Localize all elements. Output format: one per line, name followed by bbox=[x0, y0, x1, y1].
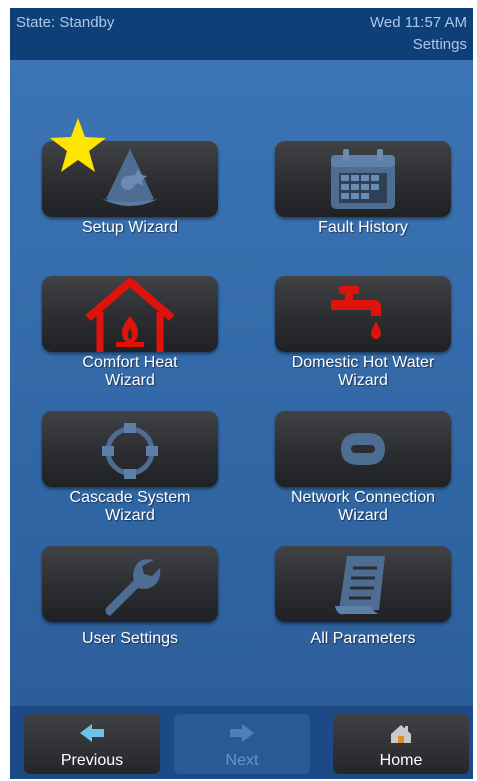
date-time: Wed 11:57 AM bbox=[369, 14, 467, 31]
next-button[interactable]: Next bbox=[174, 714, 310, 774]
cascade-system-wizard-label: Cascade System Wizard bbox=[69, 489, 191, 524]
settings-screen: State: Standby Wed 11:57 AM Settings Set… bbox=[10, 8, 473, 779]
setup-wizard-label: Setup Wizard bbox=[81, 219, 179, 236]
user-settings-button[interactable] bbox=[42, 546, 218, 622]
previous-label: Previous bbox=[60, 752, 124, 769]
parameter-list-icon bbox=[335, 556, 385, 615]
next-label: Next bbox=[225, 752, 259, 769]
arrow-right-icon bbox=[230, 724, 254, 742]
favorite-star-icon bbox=[50, 118, 106, 172]
network-connection-wizard-label: Network Connection Wizard bbox=[290, 489, 436, 524]
all-parameters-label: All Parameters bbox=[310, 630, 416, 647]
home-label: Home bbox=[379, 752, 423, 769]
fault-history-button[interactable] bbox=[275, 141, 451, 217]
cascade-system-wizard-button[interactable] bbox=[42, 411, 218, 487]
network-connection-wizard-button[interactable] bbox=[275, 411, 451, 487]
network-link-icon bbox=[341, 433, 385, 465]
home-icon bbox=[391, 725, 411, 743]
calendar-icon bbox=[331, 149, 395, 209]
fault-history-label: Fault History bbox=[318, 219, 408, 236]
bottom-navigation: Previous Next Home bbox=[10, 706, 473, 779]
screen-title: Settings bbox=[412, 36, 467, 53]
comfort-heat-wizard-label: Comfort Heat Wizard bbox=[82, 354, 178, 389]
wrench-icon bbox=[105, 559, 161, 616]
domestic-hot-water-wizard-label: Domestic Hot Water Wizard bbox=[291, 354, 435, 389]
faucet-icon bbox=[331, 286, 381, 339]
previous-button[interactable]: Previous bbox=[24, 714, 160, 774]
cascade-network-icon bbox=[102, 423, 158, 479]
domestic-hot-water-wizard-button[interactable] bbox=[275, 276, 451, 352]
comfort-heat-wizard-button[interactable] bbox=[42, 276, 218, 352]
all-parameters-button[interactable] bbox=[275, 546, 451, 622]
user-settings-label: User Settings bbox=[81, 630, 179, 647]
system-state: State: Standby bbox=[16, 14, 115, 31]
status-bar: State: Standby Wed 11:57 AM Settings bbox=[10, 8, 473, 60]
home-button[interactable]: Home bbox=[333, 714, 469, 774]
arrow-left-icon bbox=[80, 724, 104, 742]
house-flame-icon bbox=[85, 278, 175, 352]
